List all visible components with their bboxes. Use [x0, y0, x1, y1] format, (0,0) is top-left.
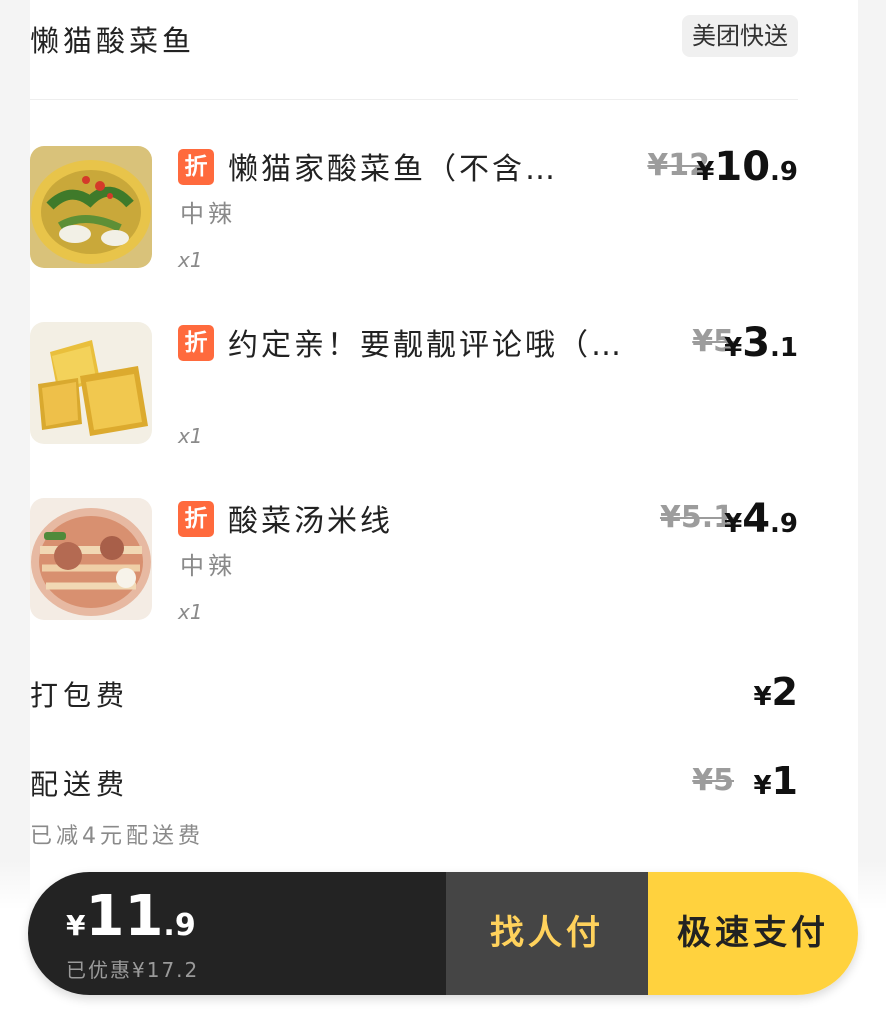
- total-currency: ¥: [66, 909, 86, 942]
- current-price: ¥4.9: [724, 496, 798, 542]
- price-decimal: .9: [770, 509, 798, 539]
- delivery-fee-value: ¥1: [753, 759, 798, 803]
- cart-item[interactable]: 折 约定亲！要靓靓评论哦（… x1 ¥5 ¥3.1: [30, 320, 798, 448]
- current-price: ¥3.1: [724, 320, 798, 366]
- item-thumbnail: [30, 322, 152, 444]
- price-integer: 3: [742, 320, 771, 366]
- price-integer: 10: [714, 144, 771, 190]
- item-spec: 中辣: [180, 552, 236, 580]
- find-someone-pay-button[interactable]: 找人付: [446, 872, 648, 995]
- total-decimal: .9: [163, 908, 196, 943]
- item-qty: x1: [178, 600, 203, 624]
- delivery-fee-label: 配送费: [30, 768, 130, 801]
- price-decimal: .9: [770, 157, 798, 187]
- item-thumbnail: [30, 498, 152, 620]
- packing-fee-label: 打包费: [30, 679, 130, 712]
- fee-amount: 2: [771, 670, 798, 714]
- packing-fee-value: ¥2: [753, 670, 798, 714]
- delivery-badge: 美团快送: [682, 15, 798, 57]
- payment-bar: ¥11.9 已优惠¥17.2 找人付 极速支付: [28, 872, 858, 995]
- item-thumbnail: [30, 146, 152, 268]
- price-integer: 4: [742, 496, 771, 542]
- cart-item[interactable]: 折 懒猫家酸菜鱼（不含… 中辣 x1 ¥12 ¥10.9: [30, 144, 798, 272]
- price-currency: ¥: [724, 509, 743, 539]
- delivery-fee-original: ¥5: [692, 763, 734, 798]
- current-price: ¥10.9: [696, 144, 798, 190]
- fee-currency: ¥: [753, 771, 772, 801]
- packing-fee-row: 打包费 ¥2: [30, 670, 798, 724]
- delivery-discount-note: 已减4元配送费: [30, 824, 204, 849]
- item-qty: x1: [178, 424, 203, 448]
- total-amount: ¥11.9: [66, 884, 196, 949]
- item-name: 约定亲！要靓靓评论哦（…: [228, 328, 624, 360]
- original-price: ¥5.1: [659, 500, 734, 535]
- shop-header: 懒猫酸菜鱼 美团快送: [30, 0, 798, 100]
- total-saved: 已优惠¥17.2: [66, 958, 200, 982]
- price-decimal: .1: [770, 333, 798, 363]
- cart-item[interactable]: 折 酸菜汤米线 中辣 x1 ¥5.1 ¥4.9: [30, 496, 798, 624]
- item-spec: 中辣: [180, 200, 236, 228]
- total-summary: ¥11.9 已优惠¥17.2: [28, 872, 446, 995]
- discount-tag: 折: [178, 149, 214, 185]
- price-currency: ¥: [696, 157, 715, 187]
- item-qty: x1: [178, 248, 203, 272]
- fee-amount: 1: [771, 759, 798, 803]
- shop-name[interactable]: 懒猫酸菜鱼: [30, 18, 195, 60]
- total-integer: 11: [85, 884, 164, 949]
- item-name: 酸菜汤米线: [228, 504, 393, 536]
- price-currency: ¥: [724, 333, 743, 363]
- item-name: 懒猫家酸菜鱼（不含…: [228, 152, 558, 184]
- fee-currency: ¥: [753, 682, 772, 712]
- discount-tag: 折: [178, 325, 214, 361]
- delivery-fee-row: 配送费 ¥5 ¥1: [30, 759, 798, 813]
- discount-tag: 折: [178, 501, 214, 537]
- fast-pay-button[interactable]: 极速支付: [648, 872, 858, 995]
